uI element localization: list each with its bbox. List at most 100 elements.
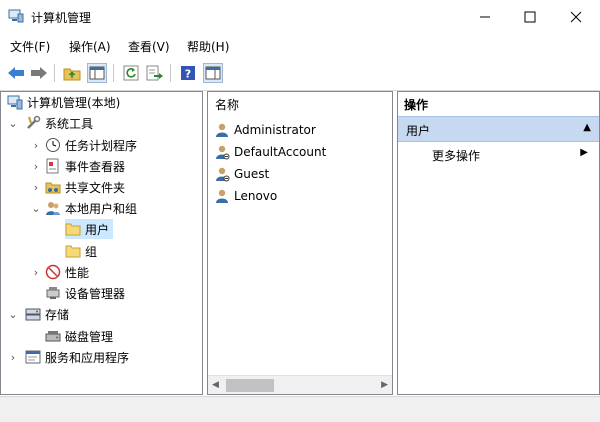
help-icon: ? [181, 66, 195, 81]
list-item-label: Lenovo [234, 189, 278, 203]
actions-section-label: 用户 [406, 124, 431, 138]
computer-management-icon [7, 94, 23, 110]
chevron-right-icon[interactable]: › [31, 135, 41, 155]
tree-label: 服务和应用程序 [45, 350, 130, 365]
up-folder-icon [63, 68, 81, 81]
export-list-button[interactable] [145, 63, 165, 83]
chevron-down-icon[interactable]: ⌄ [31, 198, 41, 218]
list-item-label: Guest [234, 167, 270, 181]
window-title: 计算机管理 [31, 11, 92, 25]
tree-label: 任务计划程序 [65, 138, 138, 153]
svg-text:?: ? [185, 68, 191, 81]
user-icon [214, 188, 230, 204]
back-button[interactable] [6, 63, 26, 83]
list-item[interactable]: Lenovo [214, 186, 277, 206]
up-one-level-button[interactable] [62, 63, 82, 83]
action-label: 更多操作 [432, 149, 481, 163]
action-more-actions[interactable]: 更多操作 ▶ [398, 143, 599, 165]
close-button[interactable] [553, 0, 599, 34]
export-list-icon [146, 65, 163, 81]
menu-file[interactable]: 文件(F) [10, 38, 50, 55]
chevron-right-icon[interactable]: › [8, 347, 18, 367]
actions-header: 操作 [404, 98, 429, 112]
column-header-name[interactable]: 名称 [215, 96, 239, 113]
tree-label: 计算机管理(本地) [27, 95, 121, 110]
tree-label: 磁盘管理 [65, 329, 114, 344]
forward-button[interactable] [29, 63, 49, 83]
show-hide-action-pane-button[interactable] [203, 63, 223, 83]
list-item[interactable]: DefaultAccount [214, 142, 326, 162]
tree-label: 性能 [65, 265, 90, 280]
list-item[interactable]: Administrator [214, 120, 316, 140]
tree-item-storage[interactable]: 存储 [25, 304, 69, 324]
refresh-button[interactable] [121, 63, 141, 83]
title-bar: 计算机管理 [0, 0, 600, 34]
tree-item-computer-management[interactable]: 计算机管理(本地) [7, 92, 120, 112]
chevron-right-icon[interactable]: › [31, 177, 41, 197]
tree-label: 设备管理器 [65, 286, 126, 301]
tree-item-disk-management[interactable]: 磁盘管理 [45, 326, 113, 346]
actions-pane: 操作 用户 ▲ 更多操作 ▶ [397, 91, 600, 395]
toolbar: ? [0, 56, 600, 91]
tree-item-services-applications[interactable]: 服务和应用程序 [25, 347, 129, 367]
performance-icon [45, 264, 61, 280]
user-icon [214, 144, 230, 160]
toolbar-separator [54, 64, 55, 82]
scroll-left-arrow-icon[interactable]: ◀ [212, 380, 219, 390]
tree-item-users[interactable]: 用户 [65, 219, 114, 239]
help-button[interactable]: ? [178, 63, 198, 83]
horizontal-scrollbar[interactable]: ◀ ▶ [208, 375, 392, 394]
actions-section-users[interactable]: 用户 ▲ [398, 116, 599, 142]
tree-label: 组 [85, 244, 98, 259]
computer-management-icon [8, 9, 24, 23]
tree-label: 本地用户和组 [65, 201, 138, 216]
maximize-button[interactable] [507, 0, 553, 34]
scrollbar-thumb[interactable] [226, 379, 274, 392]
collapse-up-icon[interactable]: ▲ [583, 122, 591, 133]
shared-folder-icon [45, 179, 61, 195]
tree-item-event-viewer[interactable]: 事件查看器 [45, 156, 125, 176]
tree-item-shared-folders[interactable]: 共享文件夹 [45, 177, 125, 197]
tree-item-device-manager[interactable]: 设备管理器 [45, 283, 125, 303]
tree-label: 共享文件夹 [65, 180, 126, 195]
console-tree-pane: 计算机管理(本地) ⌄ 系统工具 › 任务计划程序 › 事件查看器 › 共享文件… [0, 91, 203, 395]
folder-icon [65, 243, 81, 259]
folder-icon [65, 221, 81, 237]
menu-bar: 文件(F) 操作(A) 查看(V) 帮助(H) [0, 34, 600, 56]
refresh-icon [123, 65, 139, 81]
chevron-down-icon[interactable]: ⌄ [8, 113, 18, 133]
storage-icon [25, 306, 41, 322]
toolbar-separator [170, 64, 171, 82]
results-pane: 名称 Administrator DefaultAccount Guest Le… [207, 91, 393, 395]
maximize-icon [524, 11, 536, 23]
menu-view[interactable]: 查看(V) [128, 38, 170, 55]
user-icon [214, 122, 230, 138]
clock-icon [45, 137, 61, 153]
list-item[interactable]: Guest [214, 164, 269, 184]
close-icon [570, 11, 582, 23]
services-icon [25, 349, 41, 365]
properties-pane-icon [205, 66, 221, 80]
tree-item-task-scheduler[interactable]: 任务计划程序 [45, 135, 137, 155]
menu-help[interactable]: 帮助(H) [187, 38, 229, 55]
list-item-label: DefaultAccount [234, 145, 327, 159]
user-icon [214, 166, 230, 182]
device-manager-icon [45, 285, 61, 301]
back-arrow-icon [8, 67, 24, 79]
tree-item-local-users-groups[interactable]: 本地用户和组 [45, 198, 137, 218]
menu-action[interactable]: 操作(A) [69, 38, 111, 55]
tree-label: 用户 [85, 222, 110, 237]
tree-item-system-tools[interactable]: 系统工具 [25, 113, 93, 133]
show-hide-tree-icon [89, 66, 105, 80]
scroll-right-arrow-icon[interactable]: ▶ [381, 380, 388, 390]
chevron-right-icon[interactable]: › [31, 262, 41, 282]
minimize-button[interactable] [462, 0, 508, 34]
tree-item-performance[interactable]: 性能 [45, 262, 89, 282]
chevron-down-icon[interactable]: ⌄ [8, 304, 18, 324]
tree-label: 事件查看器 [65, 159, 126, 174]
tree-item-groups[interactable]: 组 [65, 241, 97, 261]
chevron-right-icon[interactable]: › [31, 156, 41, 176]
disk-icon [45, 328, 61, 344]
show-hide-console-tree-button[interactable] [87, 63, 107, 83]
event-log-icon [45, 158, 61, 174]
